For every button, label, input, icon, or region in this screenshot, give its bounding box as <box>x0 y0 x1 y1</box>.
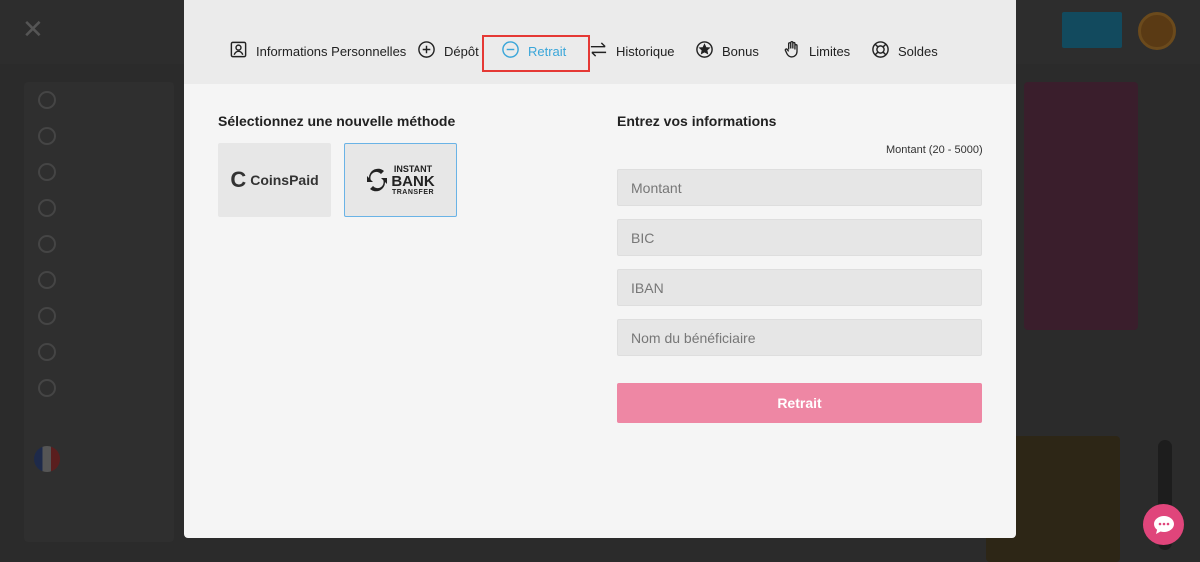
background-button <box>1062 12 1122 48</box>
chat-bubble-icon <box>1153 515 1174 534</box>
instant-bank-transfer-text: INSTANT BANK TRANSFER <box>391 164 435 196</box>
coinspaid-logo-mark: C <box>230 167 247 192</box>
tab-label: Historique <box>616 43 675 59</box>
wallet-modal: Informations Personnelles Dépôt Retrait … <box>184 0 1016 538</box>
background-nav-item <box>24 262 174 298</box>
background-nav <box>24 82 174 406</box>
nav-icon <box>38 271 56 289</box>
method-coinspaid[interactable]: C CoinsPaid <box>218 143 331 217</box>
chat-button[interactable] <box>1143 504 1184 545</box>
instant-bank-transfer-logo: INSTANT BANK TRANSFER <box>366 164 435 196</box>
tab-label: Informations Personnelles <box>256 43 407 59</box>
background-nav-item <box>24 334 174 370</box>
info-section-title: Entrez vos informations <box>617 113 777 129</box>
background-nav-item <box>24 226 174 262</box>
beneficiary-name-field[interactable] <box>617 319 982 356</box>
background-nav-item <box>24 154 174 190</box>
background-nav-item <box>24 370 174 406</box>
bic-field[interactable] <box>617 219 982 256</box>
tab-label: Bonus <box>722 43 759 59</box>
nav-icon <box>38 235 56 253</box>
nav-icon <box>38 343 56 361</box>
sport-icon <box>38 91 56 109</box>
coinspaid-logo-text: CoinsPaid <box>250 172 319 188</box>
tab-bonus[interactable]: Bonus <box>695 30 759 72</box>
hand-icon <box>782 40 801 62</box>
tab-label: Limites <box>809 43 851 59</box>
star-circle-icon <box>695 40 714 62</box>
amount-field[interactable] <box>617 169 982 206</box>
background-nav-item <box>24 298 174 334</box>
background-sidebar <box>24 82 174 542</box>
tab-limites[interactable]: Limites <box>782 30 850 72</box>
iban-field[interactable] <box>617 269 982 306</box>
tab-depot[interactable]: Dépôt <box>417 30 479 72</box>
bank-transfer-arrows-icon <box>367 168 388 192</box>
flag-icon <box>34 446 60 472</box>
withdraw-submit-button[interactable]: Retrait <box>617 383 982 423</box>
tab-label: Dépôt <box>444 43 479 59</box>
active-tab-highlight <box>482 35 590 72</box>
user-card-icon <box>229 40 248 62</box>
background-nav-item <box>24 82 174 118</box>
close-icon: ✕ <box>22 15 44 45</box>
avatar <box>1138 12 1176 50</box>
logo-line: BANK <box>391 172 435 190</box>
nav-icon <box>38 199 56 217</box>
method-section-title: Sélectionnez une nouvelle méthode <box>218 113 456 129</box>
tab-historique[interactable]: Historique <box>589 30 675 72</box>
logo-line: TRANSFER <box>391 188 435 196</box>
nav-icon <box>38 163 56 181</box>
more-icon <box>38 379 56 397</box>
background-banner <box>1024 82 1138 330</box>
tab-label: Soldes <box>898 43 938 59</box>
modal-tab-bar: Informations Personnelles Dépôt Retrait … <box>184 0 1016 84</box>
method-instant-bank-transfer[interactable]: INSTANT BANK TRANSFER <box>344 143 457 217</box>
background-nav-item <box>24 190 174 226</box>
tab-informations-personnelles[interactable]: Informations Personnelles <box>229 30 406 72</box>
tab-soldes[interactable]: Soldes <box>871 30 938 72</box>
lifebuoy-icon <box>871 40 890 62</box>
coinspaid-logo: C CoinsPaid <box>230 169 318 191</box>
nav-icon <box>38 307 56 325</box>
casino-icon <box>38 127 56 145</box>
amount-range-hint: Montant (20 - 5000) <box>886 144 983 156</box>
plus-circle-icon <box>417 40 436 62</box>
swap-arrows-icon <box>589 40 608 62</box>
background-nav-item <box>24 118 174 154</box>
